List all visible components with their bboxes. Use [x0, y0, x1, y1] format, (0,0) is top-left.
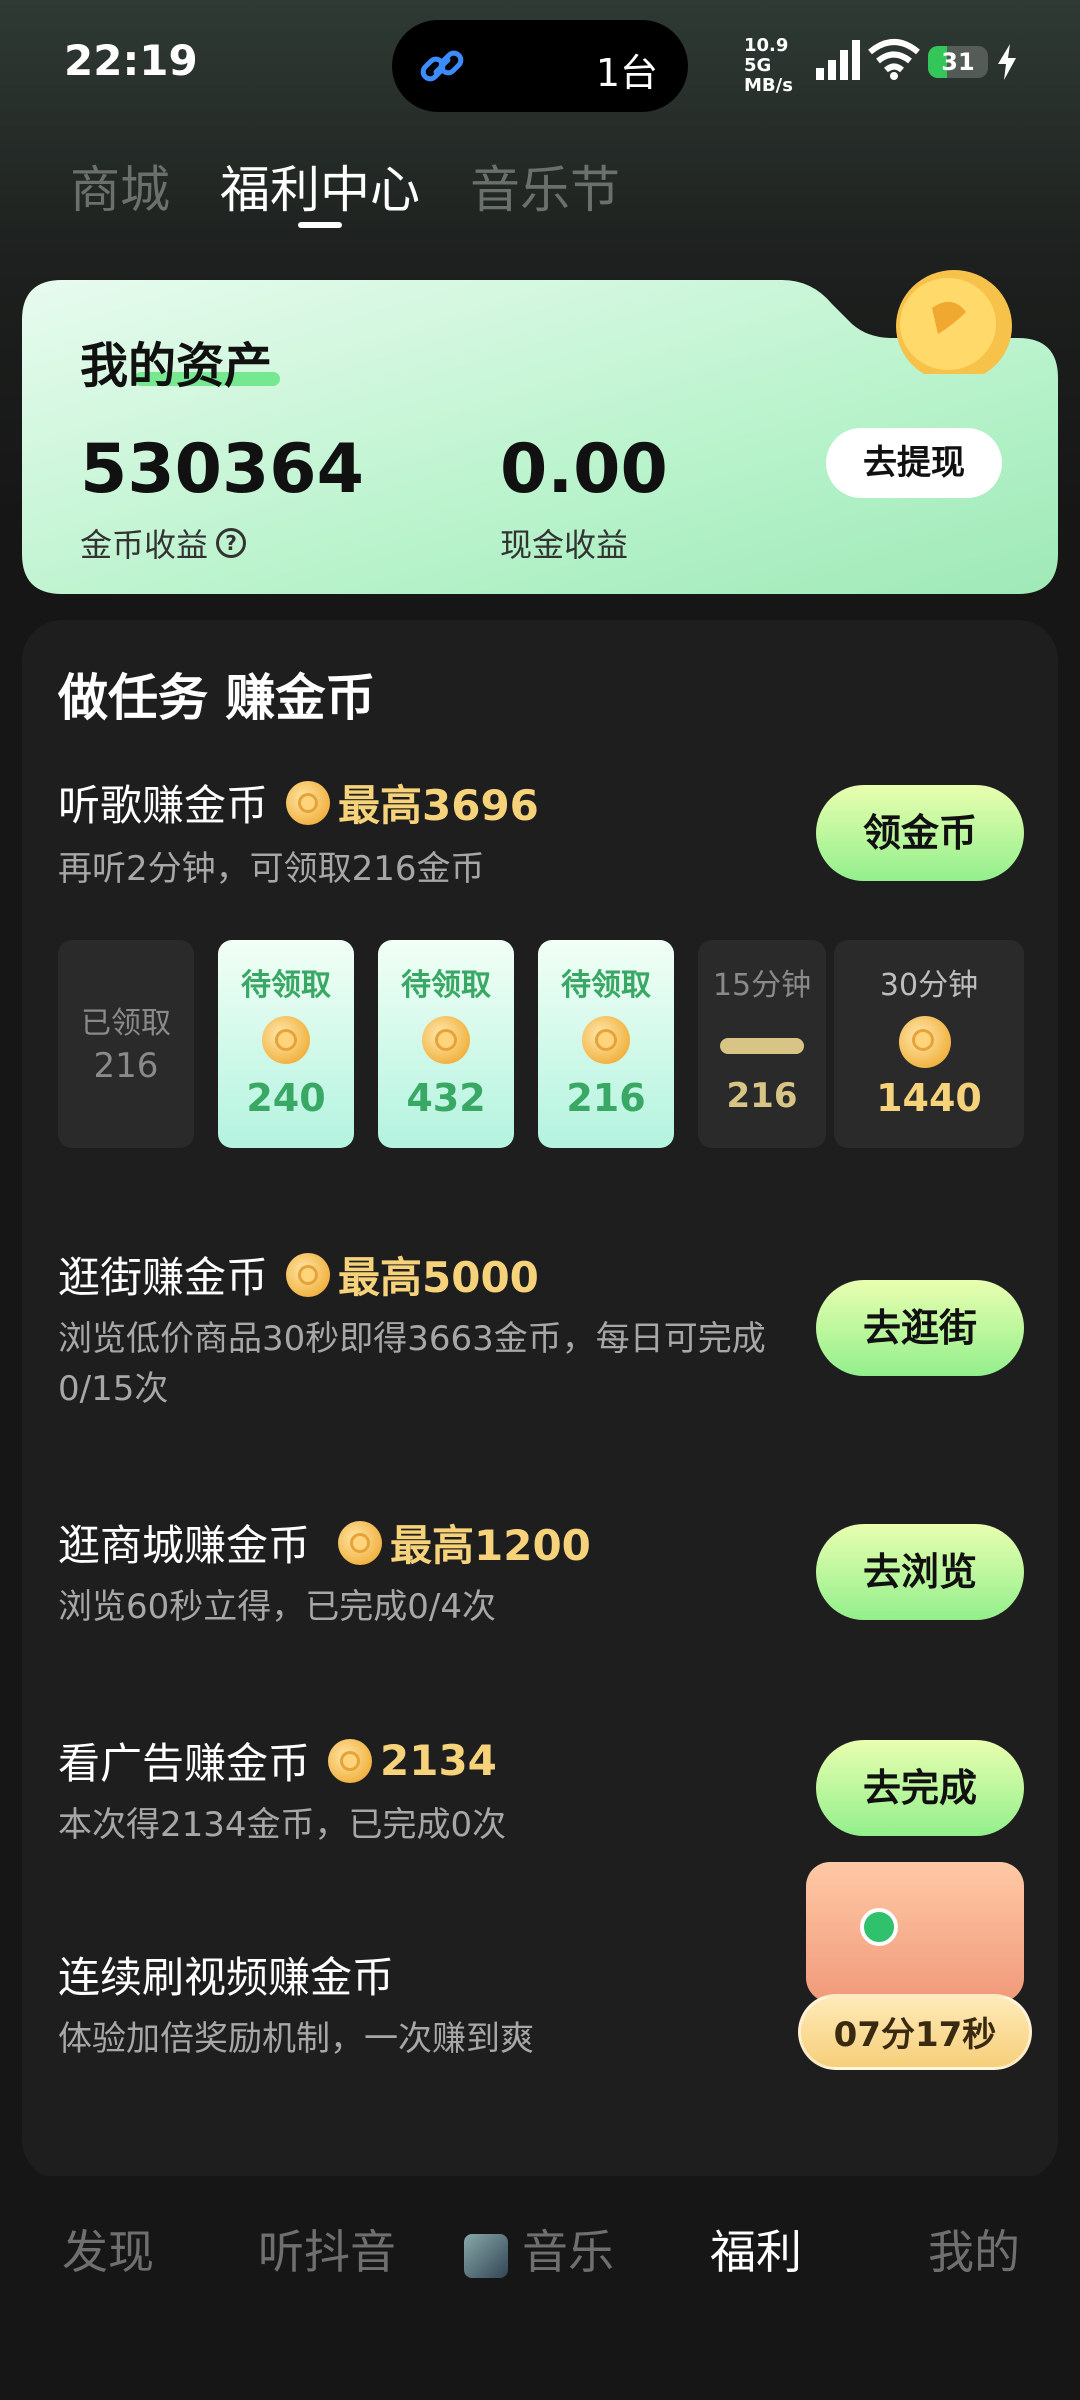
- reward-cell-value: 216: [566, 1076, 646, 1120]
- nav-listen-douyin[interactable]: 听抖音: [258, 2216, 396, 2282]
- reward-cell-label: 待领取: [401, 968, 491, 1003]
- task-desc: 浏览60秒立得，已完成0/4次: [58, 1587, 496, 1627]
- task-title: 逛街赚金币: [58, 1253, 269, 1302]
- reward-cell-locked: 30分钟 1440: [834, 940, 1024, 1148]
- nav-welfare-label: 福利: [710, 2225, 802, 2279]
- reward-cell-pending[interactable]: 待领取 216: [538, 940, 674, 1148]
- status-bar: 22:19 1台 10.9 5G MB/s 31: [0, 0, 1080, 120]
- withdraw-button[interactable]: 去提现: [826, 428, 1002, 498]
- music-note-icon: [860, 1908, 898, 1946]
- wifi-icon: [868, 39, 920, 80]
- nav-listen-douyin-label: 听抖音: [258, 2225, 396, 2279]
- reward-cell-value: 216: [726, 1076, 798, 1116]
- reward-cell-pending[interactable]: 待领取 432: [378, 940, 514, 1148]
- reward-cell-pending[interactable]: 待领取 240: [218, 940, 354, 1148]
- bottom-nav: 发现 听抖音 音乐 福利 我的: [0, 2176, 1080, 2400]
- task-ads-title-row: 看广告赚金币 2134: [58, 1730, 497, 1791]
- nav-discover-label: 发现: [62, 2225, 154, 2279]
- task-video-title-row: 连续刷视频赚金币: [58, 1944, 394, 2005]
- dynamic-island[interactable]: 1台: [392, 20, 688, 112]
- screen: 22:19 1台 10.9 5G MB/s 31 商城 福利中心 音乐节 我的资…: [0, 0, 1080, 2400]
- cash-value: 0.00: [500, 430, 668, 509]
- cash-label: 现金收益: [500, 526, 629, 564]
- reward-cell-value: 1440: [876, 1076, 982, 1120]
- tab-music-festival[interactable]: 音乐节: [470, 150, 620, 220]
- coins-value: 530364: [80, 430, 364, 509]
- tab-mall-label: 商城: [70, 161, 170, 219]
- coin-icon: [338, 1520, 383, 1565]
- coin-icon: [582, 1016, 630, 1064]
- coin-icon: [286, 780, 331, 825]
- gold-coin-decoration: [896, 270, 1012, 374]
- assets-title: 我的资产: [80, 338, 273, 394]
- progress-bar: [720, 1038, 804, 1054]
- task-shopping-title-row: 逛街赚金币 最高5000: [58, 1244, 539, 1305]
- task-reward: 2134: [380, 1736, 497, 1785]
- task-title: 听歌赚金币: [58, 781, 269, 830]
- coins-label-row[interactable]: 金币收益 ?: [80, 520, 247, 566]
- net-speed: 10.9 5G MB/s: [744, 36, 804, 96]
- coin-stack-icon: [899, 1016, 951, 1068]
- treasure-timer[interactable]: 07分17秒: [798, 1994, 1032, 2070]
- reward-cell-value: 432: [406, 1076, 486, 1120]
- reward-cell-value: 240: [246, 1076, 326, 1120]
- task-reward: 最高1200: [390, 1521, 591, 1570]
- net-type: 5G: [744, 55, 772, 76]
- task-title: 看广告赚金币: [58, 1739, 311, 1788]
- task-mall-title-row: 逛商城赚金币 最高1200: [58, 1512, 591, 1573]
- link-icon: [420, 50, 464, 82]
- go-browse-button[interactable]: 去浏览: [816, 1524, 1024, 1620]
- reward-cell-locked: 15分钟 216: [698, 940, 826, 1148]
- tab-welfare-label: 福利中心: [220, 161, 420, 219]
- reward-cell-label: 30分钟: [879, 968, 979, 1003]
- coins-label: 金币收益: [80, 526, 209, 564]
- music-cover-icon: [464, 2233, 508, 2278]
- tab-welfare-center[interactable]: 福利中心: [220, 150, 420, 228]
- coin-icon: [328, 1738, 373, 1783]
- task-reward: 最高5000: [338, 1253, 539, 1302]
- nav-music-label: 音乐: [522, 2225, 614, 2279]
- island-text: 1台: [595, 51, 658, 95]
- reward-cell-label: 已领取: [81, 1006, 171, 1041]
- task-title: 连续刷视频赚金币: [58, 1953, 395, 2002]
- nav-me[interactable]: 我的: [928, 2216, 1020, 2282]
- coin-icon: [262, 1016, 310, 1064]
- reward-cell-label: 待领取: [561, 968, 651, 1003]
- status-time: 22:19: [64, 36, 198, 85]
- task-desc: 本次得2134金币，已完成0次: [58, 1805, 507, 1845]
- net-speed-value: 10.9: [744, 35, 789, 56]
- tab-mall[interactable]: 商城: [70, 150, 170, 220]
- task-desc: 浏览低价商品30秒即得3663金币，每日可完成0/15次: [58, 1319, 766, 1409]
- signal-icon: [816, 40, 860, 80]
- top-tabs: 商城 福利中心 音乐节: [70, 150, 620, 228]
- tasks-panel-title: 做任务 赚金币: [58, 669, 376, 727]
- task-listen-title-row: 听歌赚金币 最高3696: [58, 772, 539, 833]
- tab-music-festival-label: 音乐节: [470, 161, 620, 219]
- reward-cell-label: 15分钟: [712, 968, 812, 1003]
- go-shopping-button[interactable]: 去逛街: [816, 1280, 1024, 1376]
- coin-icon: [286, 1252, 331, 1297]
- help-icon[interactable]: ?: [216, 528, 247, 558]
- reward-cell-label: 待领取: [241, 968, 331, 1003]
- nav-discover[interactable]: 发现: [62, 2216, 154, 2282]
- nav-me-label: 我的: [928, 2225, 1020, 2279]
- task-desc: 体验加倍奖励机制，一次赚到爽: [58, 2019, 534, 2059]
- task-desc: 再听2分钟，可领取216金币: [58, 849, 485, 889]
- reward-cell-value: 216: [93, 1046, 159, 1086]
- battery-icon: 31: [928, 46, 988, 78]
- charging-icon: [998, 44, 1016, 80]
- go-complete-button[interactable]: 去完成: [816, 1740, 1024, 1836]
- net-speed-unit: MB/s: [744, 75, 793, 96]
- reward-cell-claimed: 已领取 216: [58, 940, 194, 1148]
- nav-music[interactable]: 音乐: [464, 2216, 614, 2282]
- active-tab-indicator: [298, 222, 342, 228]
- coin-icon: [422, 1016, 470, 1064]
- battery-level: 31: [941, 48, 975, 76]
- treasure-chest-icon[interactable]: [806, 1862, 1024, 2002]
- claim-coins-button[interactable]: 领金币: [816, 785, 1024, 881]
- task-reward: 最高3696: [338, 781, 539, 830]
- nav-welfare[interactable]: 福利: [710, 2216, 802, 2282]
- task-title: 逛商城赚金币: [58, 1521, 311, 1570]
